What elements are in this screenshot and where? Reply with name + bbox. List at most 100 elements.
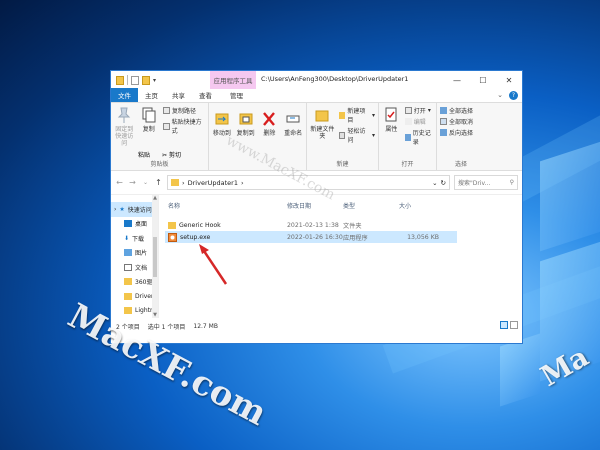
desktop-icon	[124, 220, 132, 228]
quick-access-toolbar: ▾	[111, 75, 156, 85]
select-group: 全部选择 全部取消 反向选择 选择	[437, 103, 485, 170]
cut-button[interactable]: ✂ 剪切	[162, 150, 181, 159]
search-input[interactable]: 搜索"Driv... ⚲	[454, 175, 518, 190]
column-header: 名称 修改日期 类型 大小	[165, 195, 522, 219]
new-group: 新建文件夹 新建项目 ▾ 轻松访问 ▾ 新建	[307, 103, 379, 170]
window-controls: — ☐ ✕	[444, 71, 522, 89]
chevron-down-icon[interactable]: ▾	[153, 77, 156, 84]
pin-to-quick-access-button[interactable]: 固定到快速访问	[114, 106, 135, 150]
chevron-down-icon[interactable]: ⌄	[497, 91, 503, 100]
rename-button[interactable]: 重命名	[283, 110, 303, 161]
title-bar: ▾ 应用程序工具 C:\Users\AnFeng300\Desktop\Driv…	[111, 71, 522, 89]
breadcrumb[interactable]: DriverUpdater1	[188, 179, 238, 187]
file-explorer-window: ▾ 应用程序工具 C:\Users\AnFeng300\Desktop\Driv…	[110, 70, 523, 344]
maximize-button[interactable]: ☐	[470, 71, 496, 89]
status-bar: 2 个项目 选中 1 个项目 12.7 MB	[111, 318, 522, 334]
new-folder-icon	[315, 110, 329, 122]
large-icons-view-icon[interactable]	[510, 321, 518, 329]
up-arrow-icon[interactable]: ↑	[154, 178, 163, 187]
invert-selection-button[interactable]: 反向选择	[440, 128, 473, 137]
tab-file[interactable]: 文件	[111, 88, 138, 102]
file-row-generic-hook[interactable]: Generic Hook 2021-02-13 1:38 文件夹	[165, 219, 522, 231]
exe-icon	[168, 232, 177, 242]
column-name[interactable]: 名称	[165, 201, 287, 210]
divider	[127, 75, 128, 85]
paste-button[interactable]: 粘贴	[138, 150, 150, 159]
nav-item-quick-access[interactable]: › ★ 快速访问	[111, 202, 158, 217]
open-small-actions: 打开 ▾ 编辑 历史记录	[404, 106, 433, 159]
select-all-button[interactable]: 全部选择	[440, 106, 473, 115]
tab-view[interactable]: 查看	[192, 88, 219, 102]
column-type[interactable]: 类型	[343, 201, 399, 210]
nav-item-desktop[interactable]: 桌面	[111, 217, 158, 232]
refresh-icon[interactable]: ↻	[441, 179, 446, 187]
forward-arrow-icon[interactable]: →	[128, 178, 137, 187]
folder-icon	[171, 179, 179, 186]
copy-button[interactable]: 复制	[139, 106, 160, 150]
select-none-button[interactable]: 全部取消	[440, 117, 473, 126]
view-toggle	[500, 321, 518, 329]
delete-icon	[263, 112, 276, 126]
edit-icon	[404, 118, 412, 125]
open-button[interactable]: 打开 ▾	[404, 106, 433, 115]
pin-icon	[118, 107, 131, 123]
edit-button[interactable]: 编辑	[404, 117, 433, 126]
contextual-tab-application-tools: 应用程序工具	[210, 71, 256, 89]
folder-icon	[124, 292, 132, 300]
tab-manage[interactable]: 管理	[223, 88, 250, 102]
windows-logo-pane	[500, 333, 540, 407]
history-icon	[404, 133, 411, 141]
group-label: 新建	[336, 161, 349, 168]
paste-shortcut-button[interactable]: 粘贴快捷方式	[163, 117, 205, 135]
recent-locations-icon[interactable]: ⌄	[141, 179, 150, 186]
star-icon: ★	[119, 205, 125, 213]
column-date[interactable]: 修改日期	[287, 201, 343, 210]
ribbon-tabs: 文件 主页 共享 查看 管理 ⌄ ?	[111, 88, 522, 103]
folder-icon	[168, 221, 176, 229]
minimize-button[interactable]: —	[444, 71, 470, 89]
pictures-icon	[124, 249, 132, 257]
scroll-thumb[interactable]	[153, 236, 157, 277]
new-folder-button[interactable]: 新建文件夹	[310, 106, 335, 159]
tab-home[interactable]: 主页	[138, 88, 165, 102]
download-icon: ⬇	[124, 234, 130, 242]
history-button[interactable]: 历史记录	[404, 128, 433, 146]
nav-scrollbar[interactable]: ▲ ▼	[152, 195, 158, 318]
easy-access-button[interactable]: 轻松访问 ▾	[338, 126, 375, 144]
documents-icon	[124, 263, 132, 271]
details-view-icon[interactable]	[500, 321, 508, 329]
select-none-icon	[440, 118, 447, 125]
content-area: › ★ 快速访问 桌面 ⬇ 下载 图片 文档 360驱 Driver Lightr ▲…	[111, 195, 522, 318]
close-button[interactable]: ✕	[496, 71, 522, 89]
selection-size: 12.7 MB	[193, 322, 218, 330]
window-title: C:\Users\AnFeng300\Desktop\DriverUpdater…	[261, 75, 409, 83]
nav-item-driver[interactable]: Driver	[111, 289, 158, 304]
chevron-right-icon: ›	[240, 178, 244, 187]
tab-share[interactable]: 共享	[165, 88, 192, 102]
scroll-up-icon[interactable]: ▲	[153, 195, 157, 201]
properties-button[interactable]: 属性	[382, 106, 401, 159]
back-arrow-icon[interactable]: ←	[115, 178, 124, 187]
nav-item-pictures[interactable]: 图片	[111, 246, 158, 261]
nav-item-documents[interactable]: 文档	[111, 260, 158, 275]
copy-path-button[interactable]: 复制路径	[163, 106, 205, 115]
column-size[interactable]: 大小	[399, 201, 449, 210]
group-label: 剪贴板	[150, 161, 169, 168]
easy-access-icon	[338, 131, 346, 139]
chevron-down-icon[interactable]: ⌄	[432, 179, 437, 187]
invert-selection-icon	[440, 129, 447, 136]
clipboard-group: 固定到快速访问 复制 复制路径 粘贴快捷方式 粘贴 ✂ 剪切 剪贴板	[111, 103, 209, 170]
folder-icon[interactable]	[116, 75, 124, 85]
new-small-actions: 新建项目 ▾ 轻松访问 ▾	[338, 106, 375, 159]
search-icon: ⚲	[509, 179, 514, 186]
select-actions: 全部选择 全部取消 反向选择	[440, 106, 473, 159]
ribbon-options: ⌄ ?	[497, 91, 518, 100]
new-folder-icon[interactable]	[142, 75, 150, 85]
properties-icon[interactable]	[131, 75, 139, 85]
nav-item-downloads[interactable]: ⬇ 下载	[111, 231, 158, 246]
navigation-pane: › ★ 快速访问 桌面 ⬇ 下载 图片 文档 360驱 Driver Lightr ▲…	[111, 195, 159, 318]
new-item-button[interactable]: 新建项目 ▾	[338, 106, 375, 124]
nav-item-360[interactable]: 360驱	[111, 275, 158, 290]
ribbon: 固定到快速访问 复制 复制路径 粘贴快捷方式 粘贴 ✂ 剪切 剪贴板 移动到 复…	[111, 103, 522, 171]
help-icon[interactable]: ?	[509, 91, 518, 100]
